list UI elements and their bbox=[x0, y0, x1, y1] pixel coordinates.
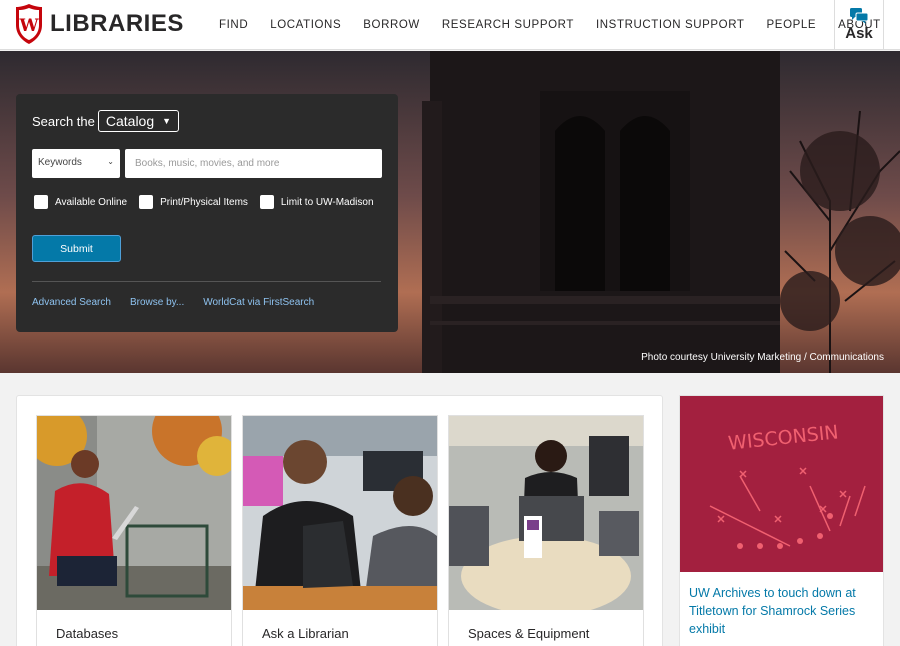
card-photo bbox=[243, 416, 437, 610]
submit-button[interactable]: Submit bbox=[32, 235, 121, 262]
checkbox[interactable] bbox=[139, 195, 154, 209]
ask-button[interactable]: Ask bbox=[834, 0, 884, 50]
field-value: Keywords bbox=[38, 157, 82, 168]
worldcat-link[interactable]: WorldCat via FirstSearch bbox=[203, 297, 314, 308]
card-photo bbox=[37, 416, 231, 610]
logo-text: LIBRARIES bbox=[50, 10, 184, 37]
nav-find[interactable]: FIND bbox=[219, 19, 248, 31]
chevron-down-icon: ⌄ bbox=[107, 157, 114, 166]
news-card[interactable]: WISCONSIN UW Archives to touch down at T… bbox=[679, 395, 884, 646]
advanced-search-link[interactable]: Advanced Search bbox=[32, 297, 111, 308]
chevron-down-icon: ▼ bbox=[162, 116, 172, 126]
quick-links-panel: Databases Ask a Librarian Spaces & Equip… bbox=[16, 395, 663, 646]
main-nav: FIND LOCATIONS BORROW RESEARCH SUPPORT I… bbox=[219, 0, 900, 50]
filter-available-online[interactable]: Available Online bbox=[34, 195, 127, 209]
card-title: Databases bbox=[56, 626, 119, 641]
filter-print-physical[interactable]: Print/Physical Items bbox=[139, 195, 248, 209]
search-input[interactable] bbox=[125, 149, 382, 178]
uw-crest-icon: W bbox=[16, 4, 42, 44]
search-scope-select[interactable]: Catalog ▼ bbox=[97, 110, 180, 132]
site-header: W LIBRARIES FIND LOCATIONS BORROW RESEAR… bbox=[0, 0, 900, 50]
search-label: Search the bbox=[32, 113, 95, 129]
photo-credit: Photo courtesy University Marketing / Co… bbox=[641, 352, 884, 363]
checkbox[interactable] bbox=[259, 195, 274, 209]
news-title[interactable]: UW Archives to touch down at Titletown f… bbox=[689, 584, 869, 638]
ask-label: Ask bbox=[845, 25, 873, 42]
card-title: Ask a Librarian bbox=[262, 626, 349, 641]
svg-text:W: W bbox=[18, 16, 39, 36]
checkbox-label: Available Online bbox=[55, 196, 128, 208]
nav-people[interactable]: PEOPLE bbox=[767, 19, 817, 31]
news-image: WISCONSIN bbox=[680, 396, 883, 572]
search-field-select[interactable]: Keywords ⌄ bbox=[32, 149, 120, 178]
nav-borrow[interactable]: BORROW bbox=[363, 19, 420, 31]
nav-research-support[interactable]: RESEARCH SUPPORT bbox=[442, 19, 574, 31]
catalog-search-panel: Search the Catalog ▼ Keywords ⌄ Availabl… bbox=[16, 94, 398, 332]
checkbox-label: Limit to UW-Madison bbox=[280, 196, 374, 208]
site-logo[interactable]: W LIBRARIES bbox=[14, 3, 184, 45]
chat-bubbles-icon bbox=[850, 8, 868, 24]
card-title: Spaces & Equipment bbox=[468, 626, 590, 641]
nav-instruction-support[interactable]: INSTRUCTION SUPPORT bbox=[596, 19, 745, 31]
search-links: Advanced Search Browse by... WorldCat vi… bbox=[32, 297, 333, 308]
filter-uw-madison[interactable]: Limit to UW-Madison bbox=[259, 195, 374, 209]
search-filters: Available Online Print/Physical Items Li… bbox=[34, 195, 386, 209]
card-databases[interactable]: Databases bbox=[36, 415, 232, 646]
divider bbox=[32, 281, 381, 282]
browse-by-link[interactable]: Browse by... bbox=[130, 297, 184, 308]
checkbox-label: Print/Physical Items bbox=[160, 196, 248, 208]
card-spaces-equipment[interactable]: Spaces & Equipment bbox=[448, 415, 644, 646]
nav-locations[interactable]: LOCATIONS bbox=[270, 19, 341, 31]
search-heading: Search the Catalog ▼ bbox=[32, 110, 180, 132]
card-photo bbox=[449, 416, 643, 610]
scope-value: Catalog bbox=[105, 113, 155, 129]
card-ask-a-librarian[interactable]: Ask a Librarian bbox=[242, 415, 438, 646]
checkbox[interactable] bbox=[34, 195, 48, 209]
